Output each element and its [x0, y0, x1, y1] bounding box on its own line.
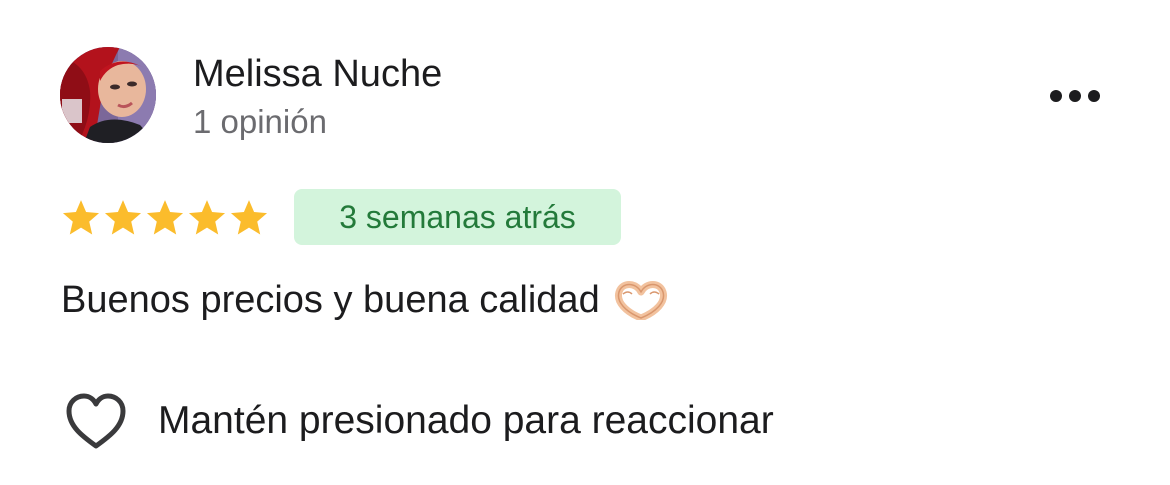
author-name[interactable]: Melissa Nuche — [193, 52, 442, 96]
star-icon — [62, 200, 100, 235]
star-icon — [188, 200, 226, 235]
star-icon — [230, 200, 268, 235]
heart-outline-icon — [66, 393, 126, 449]
heart-hands-emoji — [614, 281, 667, 320]
star-rating — [60, 194, 270, 242]
more-horizontal-icon — [1050, 90, 1100, 102]
review-text: Buenos precios y buena calidad — [61, 279, 600, 321]
star-icon — [146, 200, 184, 235]
time-ago-badge: 3 semanas atrás — [294, 189, 621, 245]
review-body: Buenos precios y buena calidad — [61, 277, 668, 323]
star-icon — [104, 200, 142, 235]
more-options-button[interactable] — [1040, 76, 1110, 116]
avatar-photo — [60, 47, 156, 143]
react-button[interactable]: Mantén presionado para reaccionar — [64, 388, 774, 454]
react-label: Mantén presionado para reaccionar — [158, 399, 774, 442]
author-review-count: 1 opinión — [193, 103, 327, 140]
author-avatar[interactable] — [60, 47, 156, 143]
review-card: Melissa Nuche 1 opinión 3 semanas atrás … — [0, 0, 1170, 485]
